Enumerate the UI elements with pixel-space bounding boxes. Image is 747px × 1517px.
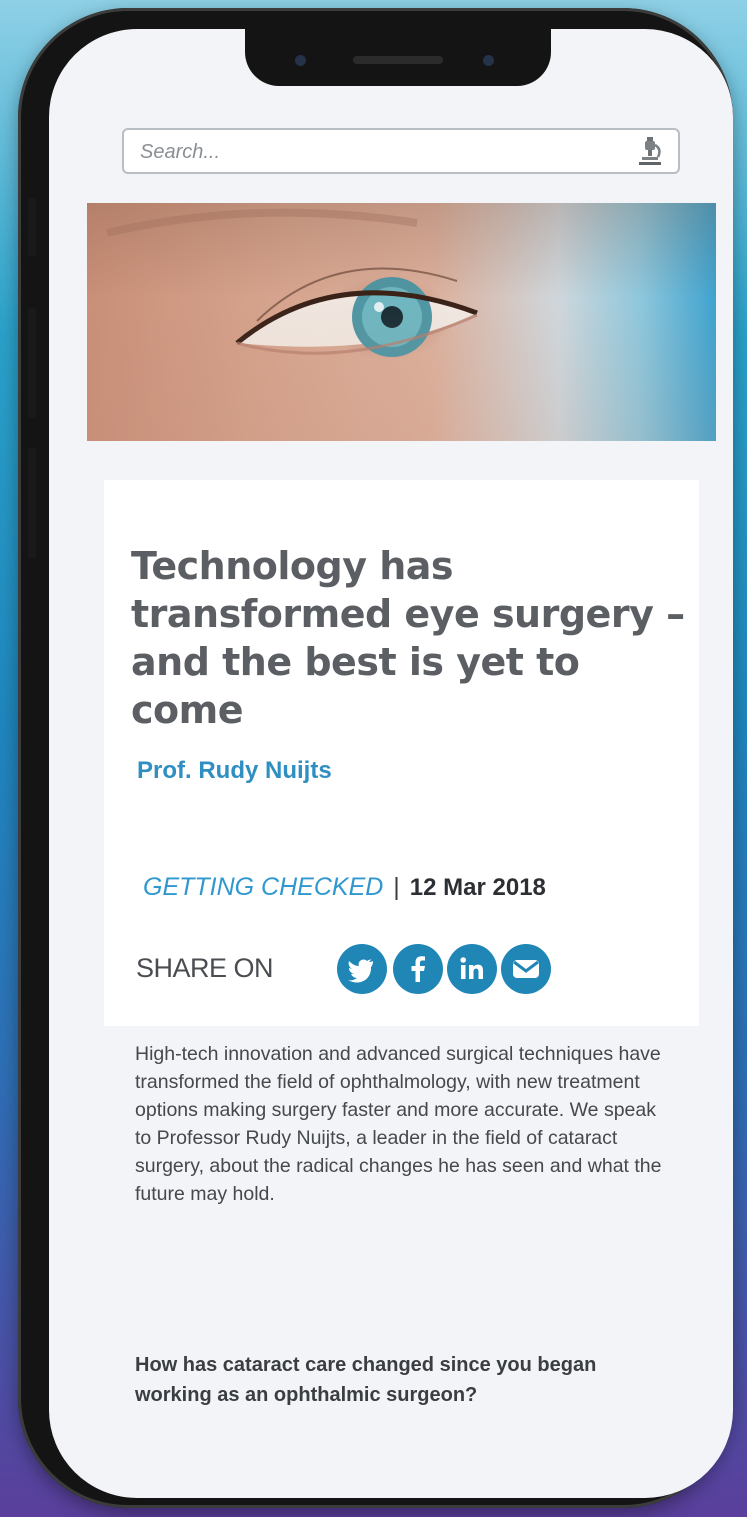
- phone-frame: Technology has transformed eye surgery –…: [18, 8, 733, 1508]
- article-card: Technology has transformed eye surgery –…: [104, 480, 699, 1026]
- notch: [245, 29, 551, 86]
- mute-switch: [28, 198, 36, 256]
- twitter-icon[interactable]: [337, 944, 387, 994]
- article-title: Technology has transformed eye surgery –…: [131, 544, 685, 732]
- front-camera: [483, 55, 494, 66]
- facebook-icon[interactable]: [393, 944, 443, 994]
- article-meta: GETTING CHECKED | 12 Mar 2018: [143, 873, 546, 902]
- linkedin-icon[interactable]: [447, 944, 497, 994]
- meta-separator: |: [393, 873, 400, 901]
- author-link[interactable]: Prof. Rudy Nuijts: [137, 757, 332, 785]
- publish-date: 12 Mar 2018: [409, 874, 546, 901]
- interview-question: How has cataract care changed since you …: [135, 1354, 597, 1406]
- phone-screen: Technology has transformed eye surgery –…: [49, 29, 733, 1498]
- volume-up-button: [28, 308, 36, 418]
- search-bar: [122, 128, 680, 174]
- category-link[interactable]: GETTING CHECKED: [143, 873, 383, 901]
- article-lead: High-tech innovation and advanced surgic…: [135, 1043, 662, 1205]
- earpiece-speaker: [353, 56, 443, 64]
- front-sensor: [295, 55, 306, 66]
- search-input[interactable]: [138, 130, 622, 174]
- volume-down-button: [28, 448, 36, 558]
- article-hero-image: [87, 203, 716, 441]
- email-icon[interactable]: [501, 944, 551, 994]
- microscope-icon[interactable]: [632, 133, 668, 169]
- share-label: SHARE ON: [136, 953, 274, 983]
- hero-shade: [87, 203, 716, 441]
